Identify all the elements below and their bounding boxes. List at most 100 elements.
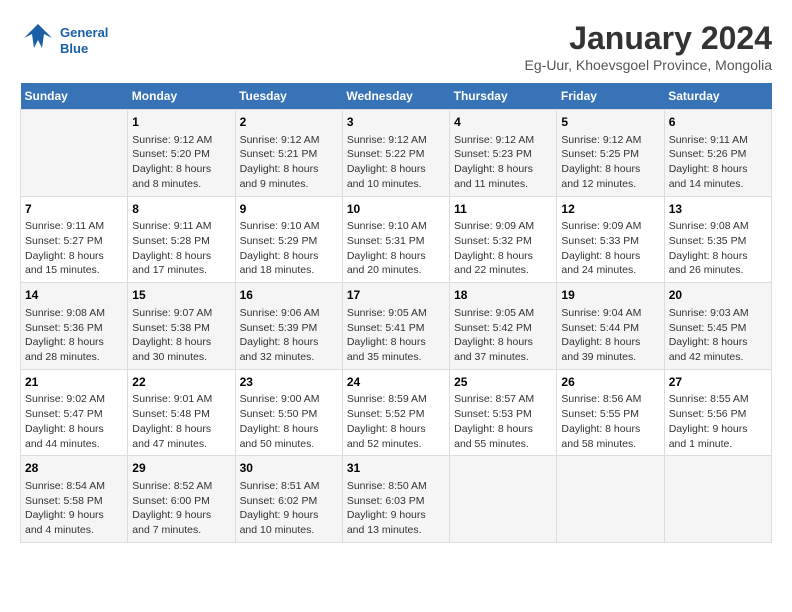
day-info: Sunrise: 9:12 AMSunset: 5:23 PMDaylight:…: [454, 133, 552, 192]
header-saturday: Saturday: [664, 83, 771, 110]
header-wednesday: Wednesday: [342, 83, 449, 110]
day-info: Sunrise: 8:55 AMSunset: 5:56 PMDaylight:…: [669, 392, 767, 451]
calendar-cell: 8Sunrise: 9:11 AMSunset: 5:28 PMDaylight…: [128, 196, 235, 283]
day-number: 28: [25, 460, 123, 477]
day-info: Sunrise: 9:11 AMSunset: 5:28 PMDaylight:…: [132, 219, 230, 278]
day-info: Sunrise: 8:54 AMSunset: 5:58 PMDaylight:…: [25, 479, 123, 538]
day-info: Sunrise: 8:57 AMSunset: 5:53 PMDaylight:…: [454, 392, 552, 451]
page-title: January 2024: [525, 20, 772, 57]
logo-text: General Blue: [60, 25, 108, 56]
calendar-table: SundayMondayTuesdayWednesdayThursdayFrid…: [20, 83, 772, 543]
week-row-3: 14 Sunrise: 9:08 AMSunset: 5:36 PMDayligh…: [21, 283, 772, 370]
day-info: Sunrise: 9:06 AMSunset: 5:39 PMDaylight:…: [240, 306, 338, 365]
day-number: 26: [561, 374, 659, 391]
day-info: Sunrise: 8:56 AMSunset: 5:55 PMDaylight:…: [561, 392, 659, 451]
calendar-cell: 23Sunrise: 9:00 AMSunset: 5:50 PMDayligh…: [235, 369, 342, 456]
day-number: 11: [454, 201, 552, 218]
day-number: 23: [240, 374, 338, 391]
day-number: 12: [561, 201, 659, 218]
calendar-cell: 22Sunrise: 9:01 AMSunset: 5:48 PMDayligh…: [128, 369, 235, 456]
day-info: Sunrise: 9:08 AMSunset: 5:35 PMDaylight:…: [669, 219, 767, 278]
week-row-1: 1 Sunrise: 9:12 AMSunset: 5:20 PMDaylight…: [21, 110, 772, 197]
day-number: 22: [132, 374, 230, 391]
calendar-cell: 16 Sunrise: 9:06 AMSunset: 5:39 PMDayligh…: [235, 283, 342, 370]
day-number: 15: [132, 287, 230, 304]
day-number: 16: [240, 287, 338, 304]
day-number: 30: [240, 460, 338, 477]
logo: General Blue: [20, 20, 108, 62]
calendar-cell: [557, 456, 664, 543]
calendar-cell: 20Sunrise: 9:03 AMSunset: 5:45 PMDayligh…: [664, 283, 771, 370]
day-info: Sunrise: 8:50 AMSunset: 6:03 PMDaylight:…: [347, 479, 445, 538]
calendar-cell: 27Sunrise: 8:55 AMSunset: 5:56 PMDayligh…: [664, 369, 771, 456]
day-number: 13: [669, 201, 767, 218]
day-info: Sunrise: 8:59 AMSunset: 5:52 PMDaylight:…: [347, 392, 445, 451]
calendar-cell: 31 Sunrise: 8:50 AMSunset: 6:03 PMDayligh…: [342, 456, 449, 543]
day-info: Sunrise: 9:11 AMSunset: 5:26 PMDaylight:…: [669, 133, 767, 192]
day-info: Sunrise: 9:08 AMSunset: 5:36 PMDaylight:…: [25, 306, 123, 365]
calendar-cell: 5Sunrise: 9:12 AMSunset: 5:25 PMDaylight…: [557, 110, 664, 197]
day-number: 17: [347, 287, 445, 304]
calendar-cell: [450, 456, 557, 543]
header-thursday: Thursday: [450, 83, 557, 110]
day-info: Sunrise: 9:02 AMSunset: 5:47 PMDaylight:…: [25, 392, 123, 451]
day-number: 27: [669, 374, 767, 391]
day-info: Sunrise: 9:12 AMSunset: 5:22 PMDaylight:…: [347, 133, 445, 192]
day-number: 29: [132, 460, 230, 477]
calendar-cell: 28 Sunrise: 8:54 AMSunset: 5:58 PMDayligh…: [21, 456, 128, 543]
calendar-cell: 6 Sunrise: 9:11 AMSunset: 5:26 PMDaylight…: [664, 110, 771, 197]
day-number: 4: [454, 114, 552, 131]
day-info: Sunrise: 9:10 AMSunset: 5:29 PMDaylight:…: [240, 219, 338, 278]
day-info: Sunrise: 9:00 AMSunset: 5:50 PMDaylight:…: [240, 392, 338, 451]
header-sunday: Sunday: [21, 83, 128, 110]
day-number: 8: [132, 201, 230, 218]
calendar-cell: 10Sunrise: 9:10 AMSunset: 5:31 PMDayligh…: [342, 196, 449, 283]
day-info: Sunrise: 9:03 AMSunset: 5:45 PMDaylight:…: [669, 306, 767, 365]
page-subtitle: Eg-Uur, Khoevsgoel Province, Mongolia: [525, 57, 772, 73]
day-number: 14: [25, 287, 123, 304]
day-info: Sunrise: 9:12 AMSunset: 5:20 PMDaylight:…: [132, 133, 230, 192]
calendar-cell: 17Sunrise: 9:05 AMSunset: 5:41 PMDayligh…: [342, 283, 449, 370]
calendar-cell: 7Sunrise: 9:11 AMSunset: 5:27 PMDaylight…: [21, 196, 128, 283]
calendar-cell: [664, 456, 771, 543]
day-number: 19: [561, 287, 659, 304]
day-number: 9: [240, 201, 338, 218]
logo-line1: General: [60, 25, 108, 40]
day-number: 25: [454, 374, 552, 391]
week-row-2: 7Sunrise: 9:11 AMSunset: 5:27 PMDaylight…: [21, 196, 772, 283]
calendar-cell: 21Sunrise: 9:02 AMSunset: 5:47 PMDayligh…: [21, 369, 128, 456]
header: General Blue January 2024 Eg-Uur, Khoevs…: [20, 20, 772, 73]
logo-line2: Blue: [60, 41, 88, 56]
title-section: January 2024 Eg-Uur, Khoevsgoel Province…: [525, 20, 772, 73]
calendar-cell: 15 Sunrise: 9:07 AMSunset: 5:38 PMDayligh…: [128, 283, 235, 370]
day-number: 10: [347, 201, 445, 218]
day-info: Sunrise: 9:07 AMSunset: 5:38 PMDaylight:…: [132, 306, 230, 365]
day-number: 5: [561, 114, 659, 131]
header-monday: Monday: [128, 83, 235, 110]
calendar-cell: 2 Sunrise: 9:12 AMSunset: 5:21 PMDaylight…: [235, 110, 342, 197]
day-info: Sunrise: 9:11 AMSunset: 5:27 PMDaylight:…: [25, 219, 123, 278]
day-number: 6: [669, 114, 767, 131]
day-info: Sunrise: 9:09 AMSunset: 5:33 PMDaylight:…: [561, 219, 659, 278]
calendar-cell: 26Sunrise: 8:56 AMSunset: 5:55 PMDayligh…: [557, 369, 664, 456]
calendar-header-row: SundayMondayTuesdayWednesdayThursdayFrid…: [21, 83, 772, 110]
calendar-cell: 1 Sunrise: 9:12 AMSunset: 5:20 PMDaylight…: [128, 110, 235, 197]
calendar-cell: 24Sunrise: 8:59 AMSunset: 5:52 PMDayligh…: [342, 369, 449, 456]
calendar-cell: 11Sunrise: 9:09 AMSunset: 5:32 PMDayligh…: [450, 196, 557, 283]
week-row-4: 21Sunrise: 9:02 AMSunset: 5:47 PMDayligh…: [21, 369, 772, 456]
day-number: 2: [240, 114, 338, 131]
day-number: 24: [347, 374, 445, 391]
day-number: 3: [347, 114, 445, 131]
day-info: Sunrise: 9:09 AMSunset: 5:32 PMDaylight:…: [454, 219, 552, 278]
calendar-cell: 3 Sunrise: 9:12 AMSunset: 5:22 PMDaylight…: [342, 110, 449, 197]
calendar-cell: 4 Sunrise: 9:12 AMSunset: 5:23 PMDaylight…: [450, 110, 557, 197]
day-number: 21: [25, 374, 123, 391]
day-info: Sunrise: 9:05 AMSunset: 5:42 PMDaylight:…: [454, 306, 552, 365]
day-info: Sunrise: 9:12 AMSunset: 5:21 PMDaylight:…: [240, 133, 338, 192]
day-info: Sunrise: 9:01 AMSunset: 5:48 PMDaylight:…: [132, 392, 230, 451]
day-info: Sunrise: 9:04 AMSunset: 5:44 PMDaylight:…: [561, 306, 659, 365]
header-friday: Friday: [557, 83, 664, 110]
day-number: 31: [347, 460, 445, 477]
header-tuesday: Tuesday: [235, 83, 342, 110]
day-number: 1: [132, 114, 230, 131]
